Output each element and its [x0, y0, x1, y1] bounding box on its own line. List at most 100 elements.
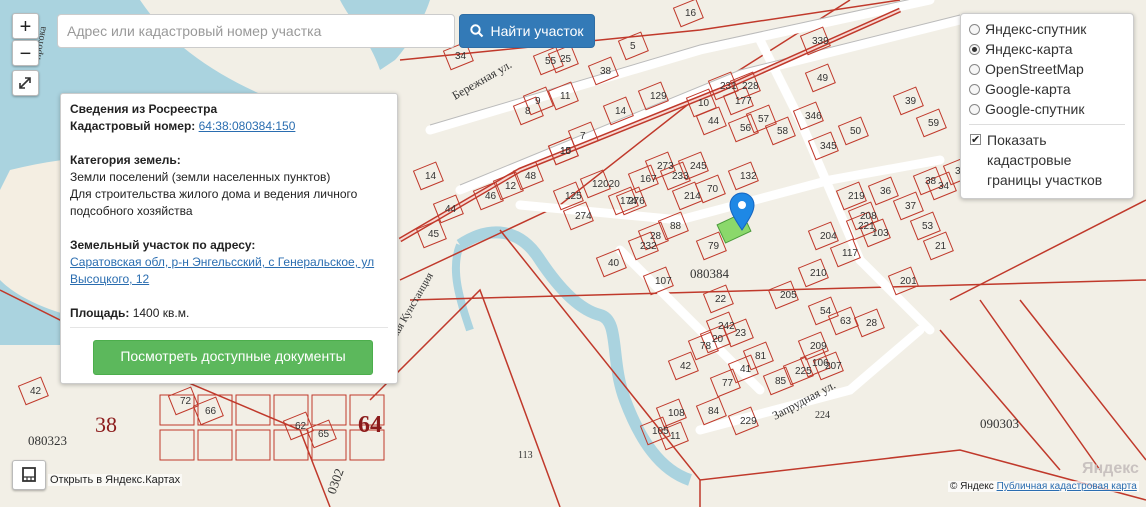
- plot-number: 10: [698, 98, 710, 109]
- plot-number: 72: [180, 396, 192, 407]
- category-label: Категория земель:: [70, 153, 181, 167]
- plot-number: 225: [795, 366, 812, 377]
- show-borders-label: Показать кадастровые границы участков: [987, 132, 1103, 188]
- plot-number: 339: [812, 36, 829, 47]
- cadastral-row: Кадастровый номер: 64:38:080384:150: [70, 118, 388, 135]
- plot-number: 34: [455, 51, 467, 62]
- plot-number: 65: [318, 429, 330, 440]
- open-in-yandex-link[interactable]: Открыть в Яндекс.Картах: [48, 474, 183, 486]
- plot-number: 11: [560, 91, 571, 102]
- yandex-logo: Яндекс: [1082, 460, 1139, 477]
- layer-label: Google-спутник: [985, 101, 1085, 117]
- plot-number: 46: [485, 191, 497, 202]
- plot-number: 205: [780, 290, 797, 301]
- layer-radio[interactable]: [969, 23, 980, 35]
- ruler-icon: [22, 467, 36, 482]
- plot-number: 85: [775, 376, 787, 387]
- layer-option-3[interactable]: Google-карта: [969, 79, 1125, 99]
- pkk-link[interactable]: Публичная кадастровая карта: [997, 481, 1137, 492]
- plot-number: 54: [820, 306, 832, 317]
- layer-radio[interactable]: [969, 83, 980, 95]
- plot-number: 346: [805, 111, 822, 122]
- category-value: Земли поселений (земли населенных пункто…: [70, 170, 331, 184]
- plot-number: 25: [560, 54, 572, 65]
- usage-value: Для строительства жилого дома и ведения …: [70, 187, 358, 218]
- plot-number: 209: [810, 341, 827, 352]
- plot-number: 42: [30, 386, 42, 397]
- parcel-outline: [235, 429, 271, 461]
- plot-number: 245: [690, 161, 707, 172]
- map-text: 113: [518, 450, 533, 461]
- plot-number: 77: [722, 378, 734, 389]
- plot-number: 105: [652, 426, 669, 437]
- plot-number: 79: [708, 241, 720, 252]
- plot-number: 23: [735, 328, 747, 339]
- plot-number: 103: [872, 228, 889, 239]
- info-divider: [70, 327, 388, 328]
- cadastral-number-link[interactable]: 64:38:080384:150: [199, 119, 296, 133]
- layer-option-1[interactable]: Яндекс-карта: [969, 39, 1125, 59]
- layer-label: OpenStreetMap: [985, 61, 1084, 77]
- layers-divider: [969, 124, 1125, 125]
- plot-number: 28: [650, 231, 662, 242]
- plot-number: 53: [922, 221, 934, 232]
- plot-number: 274: [575, 211, 592, 222]
- layer-switcher: Яндекс-спутник Яндекс-карта OpenStreetMap G…: [960, 13, 1134, 199]
- search-button[interactable]: Найти участок: [459, 14, 595, 48]
- view-documents-button[interactable]: Посмотреть доступные документы: [93, 340, 373, 375]
- address-link[interactable]: Саратовская обл, р-н Энгельсский, с Гене…: [70, 255, 374, 286]
- map-text: 64: [358, 412, 382, 438]
- plot-number: 204: [820, 231, 837, 242]
- plot-number: 45: [428, 229, 440, 240]
- zoom-in-button[interactable]: +: [12, 13, 39, 39]
- plot-number: 50: [850, 126, 862, 137]
- plot-number: 167: [640, 174, 657, 185]
- show-borders-checkbox[interactable]: [970, 130, 981, 150]
- layer-option-4[interactable]: Google-спутник: [969, 99, 1125, 119]
- layer-radio[interactable]: [969, 63, 980, 75]
- plot-number: 56: [740, 123, 752, 134]
- ruler-button[interactable]: [12, 460, 46, 490]
- plot-number: 231: [720, 81, 737, 92]
- plot-number: 132: [740, 171, 757, 182]
- plot-number: 84: [708, 406, 720, 417]
- zoom-out-button[interactable]: −: [12, 40, 39, 66]
- plot-number: 345: [820, 141, 837, 152]
- plot-number: 39: [905, 96, 917, 107]
- copyright-text: © Яндекс: [950, 481, 994, 492]
- plot-number: 63: [840, 316, 852, 327]
- plot-number: 34: [938, 181, 950, 192]
- search-button-label: Найти участок: [490, 23, 584, 39]
- plot-number: 44: [708, 116, 720, 127]
- layer-radio[interactable]: [969, 43, 980, 55]
- plot-number: 48: [525, 171, 537, 182]
- plot-number: 16: [685, 8, 697, 19]
- show-borders-toggle[interactable]: Показать кадастровые границы участков: [969, 130, 1125, 190]
- plot-number: 57: [758, 114, 770, 125]
- plot-number: 12020: [592, 179, 620, 190]
- plot-number: 210: [810, 268, 827, 279]
- plot-number: 62: [295, 421, 307, 432]
- search-input[interactable]: [57, 14, 455, 48]
- map-text: 080384: [690, 266, 730, 281]
- plot-number: 58: [777, 126, 789, 137]
- info-title: Сведения из Росреестра: [70, 102, 218, 116]
- parcel-outline: [159, 429, 195, 461]
- plot-number: 78: [700, 341, 712, 352]
- plot-number: 20: [712, 334, 724, 345]
- plot-number: 219: [848, 191, 865, 202]
- address-label: Земельный участок по адресу:: [70, 238, 256, 252]
- layer-option-0[interactable]: Яндекс-спутник: [969, 19, 1125, 39]
- map-text: 38: [95, 412, 117, 437]
- layer-label: Яндекс-карта: [985, 41, 1073, 57]
- layer-radio[interactable]: [969, 103, 980, 115]
- map-text: 090303: [980, 416, 1019, 431]
- layer-option-2[interactable]: OpenStreetMap: [969, 59, 1125, 79]
- plot-number: 40: [608, 258, 620, 269]
- area-label: Площадь:: [70, 306, 130, 320]
- plot-number: 70: [707, 184, 719, 195]
- fullscreen-button[interactable]: [12, 70, 39, 96]
- plot-number: 9: [535, 96, 541, 107]
- parcel-info-panel: Сведения из Росреестра Кадастровый номер…: [60, 93, 398, 384]
- plot-number: 22: [715, 294, 727, 305]
